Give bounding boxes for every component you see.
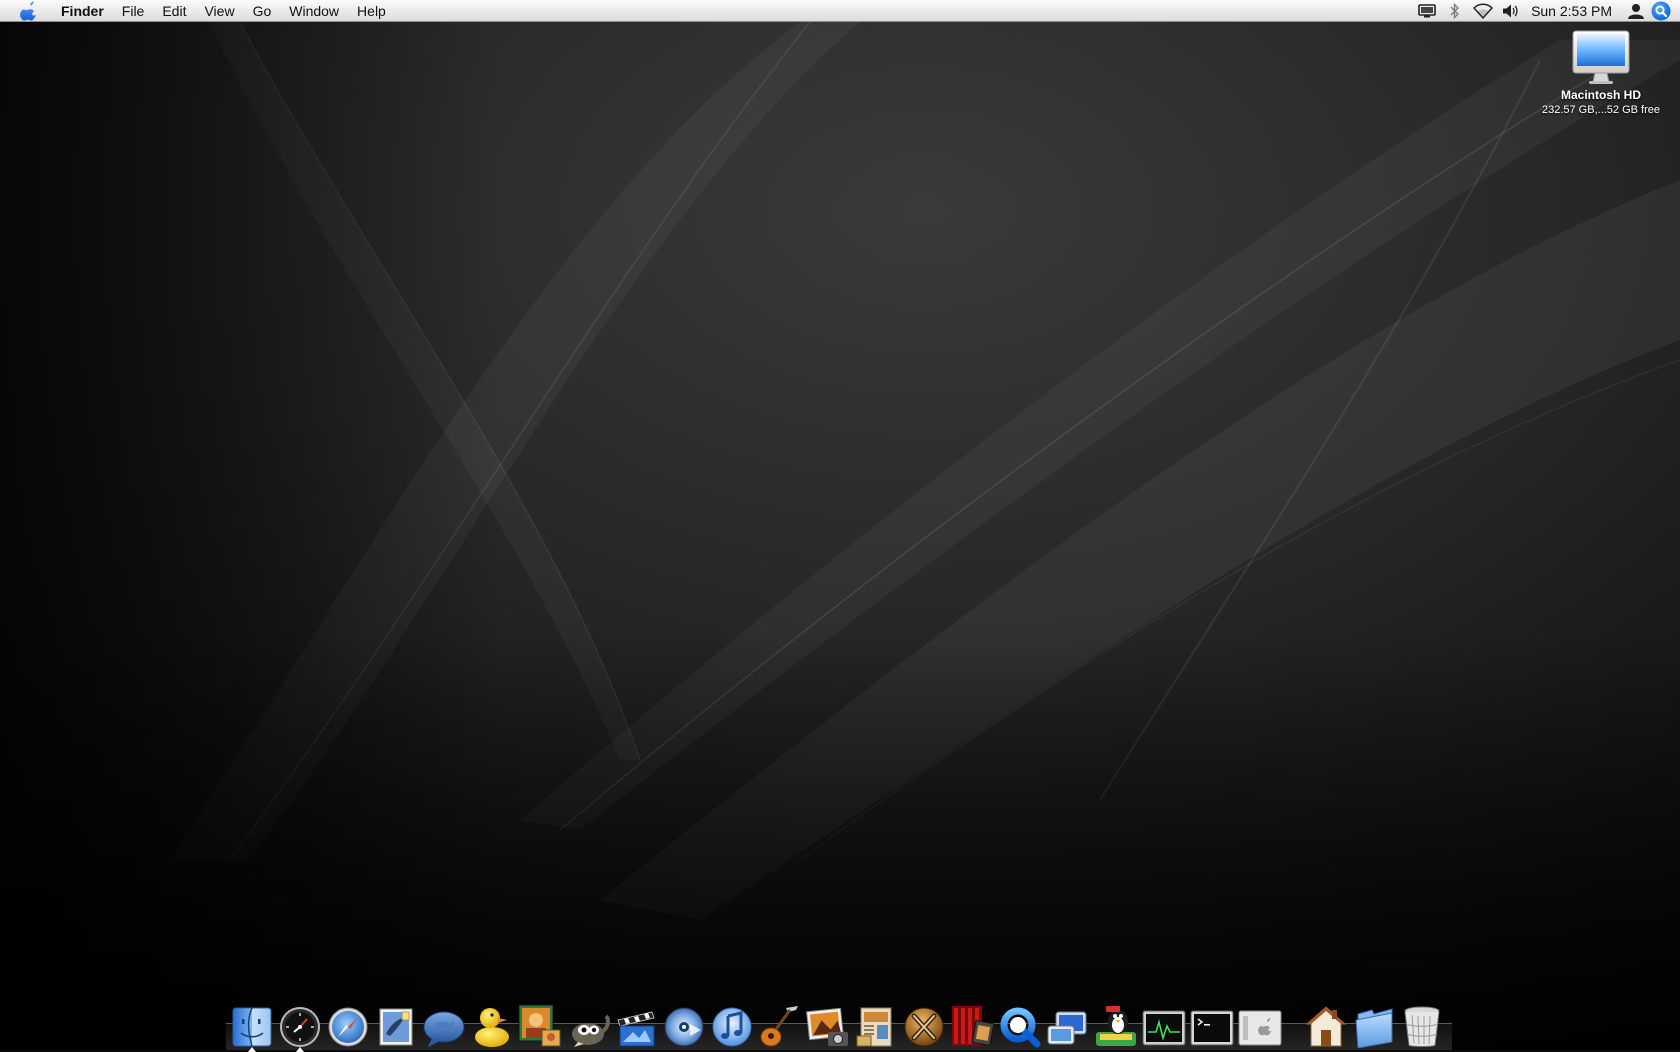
dock-dashboard[interactable] [278, 1002, 322, 1052]
wifi-icon[interactable] [1469, 0, 1497, 22]
apple-icon[interactable] [16, 0, 40, 22]
safari-icon [328, 1007, 368, 1047]
cyberduck-icon [475, 1008, 509, 1047]
desktop-icon-info: 232.57 GB,...52 GB free [1541, 104, 1660, 116]
dock-penguin[interactable] [1094, 1002, 1138, 1048]
dock-mail[interactable] [374, 1002, 418, 1048]
dock-separator [1286, 1002, 1304, 1048]
dock-activity-monitor[interactable] [1142, 1002, 1186, 1048]
menu-edit[interactable]: Edit [153, 0, 195, 22]
menu-bar: Finder File Edit View Go Window Help Sun… [0, 0, 1680, 22]
desktop[interactable] [0, 0, 1680, 1050]
desktop-icon-label: Macintosh HD [1560, 88, 1641, 102]
dvd-player-icon [664, 1007, 704, 1047]
dock-photo-booth[interactable] [518, 1002, 562, 1048]
imovie-icon [617, 1011, 655, 1047]
menu-extras: Sun 2:53 PM [1413, 0, 1680, 22]
desktop-icon-macintosh-hd[interactable]: Macintosh HD 232.57 GB,...52 GB free [1536, 30, 1666, 116]
penguin-icon [1096, 1006, 1136, 1046]
front-row-icon [952, 1006, 994, 1046]
dock-iphoto[interactable] [806, 1002, 850, 1048]
ichat-icon [423, 1011, 465, 1047]
dock-trash[interactable] [1400, 1002, 1444, 1048]
dock-iweb[interactable] [854, 1002, 898, 1048]
folder-icon [1355, 1008, 1393, 1048]
wallpaper [0, 0, 1680, 1050]
dock-safari[interactable] [326, 1002, 370, 1048]
terminal-icon [1190, 1010, 1234, 1046]
system-profiler-icon [1238, 1010, 1282, 1046]
dock-itunes[interactable] [710, 1002, 754, 1048]
menu-finder[interactable]: Finder [52, 0, 113, 22]
display-icon[interactable] [1413, 0, 1441, 22]
menu-clock[interactable]: Sun 2:53 PM [1525, 0, 1622, 22]
finder-icon [232, 1007, 272, 1047]
menu-window[interactable]: Window [280, 0, 348, 22]
photo-booth-icon [518, 1004, 561, 1047]
dock-gimp[interactable] [566, 1002, 610, 1048]
vmware-icon [1047, 1011, 1087, 1045]
imac-icon [1572, 30, 1630, 84]
menu-help[interactable]: Help [348, 0, 395, 22]
trash-icon [1404, 1006, 1440, 1047]
dock-dvd-player[interactable] [662, 1002, 706, 1048]
dock-vmware[interactable] [1046, 1002, 1090, 1048]
dock-ichat[interactable] [422, 1002, 466, 1048]
dock-imovie[interactable] [614, 1002, 658, 1048]
menu-view[interactable]: View [195, 0, 243, 22]
menu-go[interactable]: Go [244, 0, 281, 22]
dock-quicktime[interactable] [998, 1002, 1042, 1048]
activity-monitor-icon [1142, 1010, 1186, 1046]
user-icon[interactable] [1622, 0, 1650, 22]
dashboard-icon [280, 1007, 320, 1047]
itunes-icon [712, 1007, 752, 1047]
mail-icon [379, 1008, 413, 1046]
dock-home-folder[interactable] [1304, 1002, 1348, 1048]
dock [226, 992, 1452, 1052]
volume-icon[interactable] [1497, 0, 1525, 22]
dock-terminal[interactable] [1190, 1002, 1234, 1048]
dock-front-row[interactable] [950, 1002, 994, 1048]
x11-icon [904, 1007, 944, 1047]
dock-x11[interactable] [902, 1002, 946, 1048]
menu-file[interactable]: File [113, 0, 154, 22]
iphoto-icon [806, 1007, 848, 1046]
garageband-icon [760, 1006, 798, 1047]
quicktime-icon [1000, 1007, 1041, 1048]
dock-finder[interactable] [230, 1002, 274, 1052]
home-folder-icon [1305, 1006, 1347, 1047]
iweb-icon [856, 1007, 892, 1047]
spotlight-icon[interactable] [1650, 0, 1672, 22]
dock-cyberduck[interactable] [470, 1002, 514, 1048]
gimp-icon [572, 1014, 610, 1047]
dock-documents-folder[interactable] [1352, 1002, 1396, 1048]
dock-system-profiler[interactable] [1238, 1002, 1282, 1048]
bluetooth-icon[interactable] [1441, 0, 1469, 22]
dock-garageband[interactable] [758, 1002, 802, 1048]
